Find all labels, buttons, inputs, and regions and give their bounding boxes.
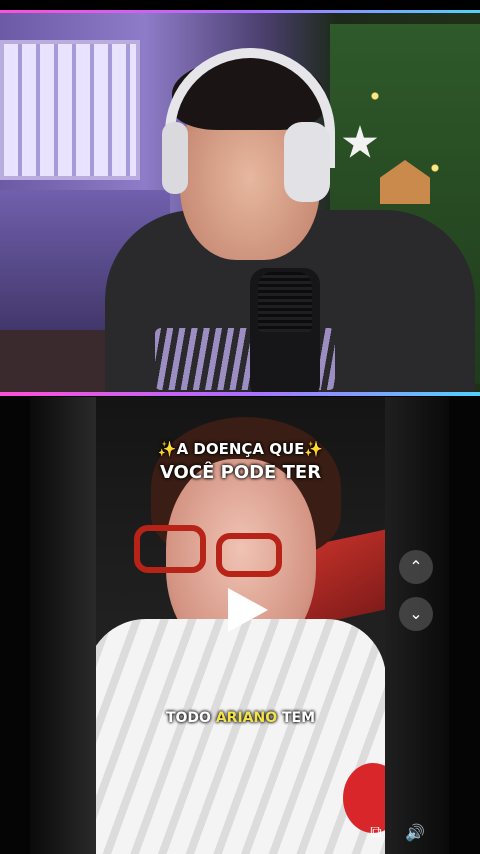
subtitle-highlight: ARIANO [215, 710, 278, 726]
chevron-up-icon[interactable]: ⌃ [399, 550, 433, 584]
speaker-blouse [96, 619, 385, 854]
reel-blur-left [30, 397, 96, 854]
picture-in-picture-icon[interactable]: ⧉ [363, 820, 389, 846]
chevron-down-glyph: ⌄ [409, 606, 423, 623]
pip-glyph: ⧉ [370, 824, 382, 841]
caption-line-1: ✨A DOENÇA QUE✨ [96, 440, 385, 458]
reel-title-caption: ✨A DOENÇA QUE✨ VOCÊ PODE TER [96, 440, 385, 483]
reel-subtitle: TODO ARIANO TEM [96, 710, 385, 726]
chevron-down-icon[interactable]: ⌄ [399, 597, 433, 631]
chevron-up-glyph: ⌃ [409, 559, 423, 576]
caption-line-2: VOCÊ PODE TER [159, 462, 322, 483]
headphone-right-cup [284, 122, 330, 202]
sparkle-icon: ✨ [304, 440, 324, 458]
webcam-border-bottom [0, 392, 480, 396]
headphone-left-cup [162, 122, 188, 194]
window-blinds [0, 40, 140, 180]
glasses-right-lens [216, 533, 282, 577]
speaker-glyph: 🔊 [405, 825, 425, 842]
microphone-grille [258, 272, 312, 332]
webcam-video [0, 10, 480, 396]
caption-line-1-text: A DOENÇA QUE [176, 440, 305, 458]
webcam-border-top [0, 10, 480, 13]
sparkle-icon: ✨ [157, 440, 177, 458]
subtitle-word: TEM [281, 710, 316, 726]
play-icon[interactable] [222, 588, 268, 632]
webcam-panel [0, 0, 480, 397]
speaker-icon[interactable]: 🔊 [402, 820, 428, 846]
subtitle-word: TODO [165, 710, 211, 726]
glasses-left-lens [134, 525, 206, 573]
